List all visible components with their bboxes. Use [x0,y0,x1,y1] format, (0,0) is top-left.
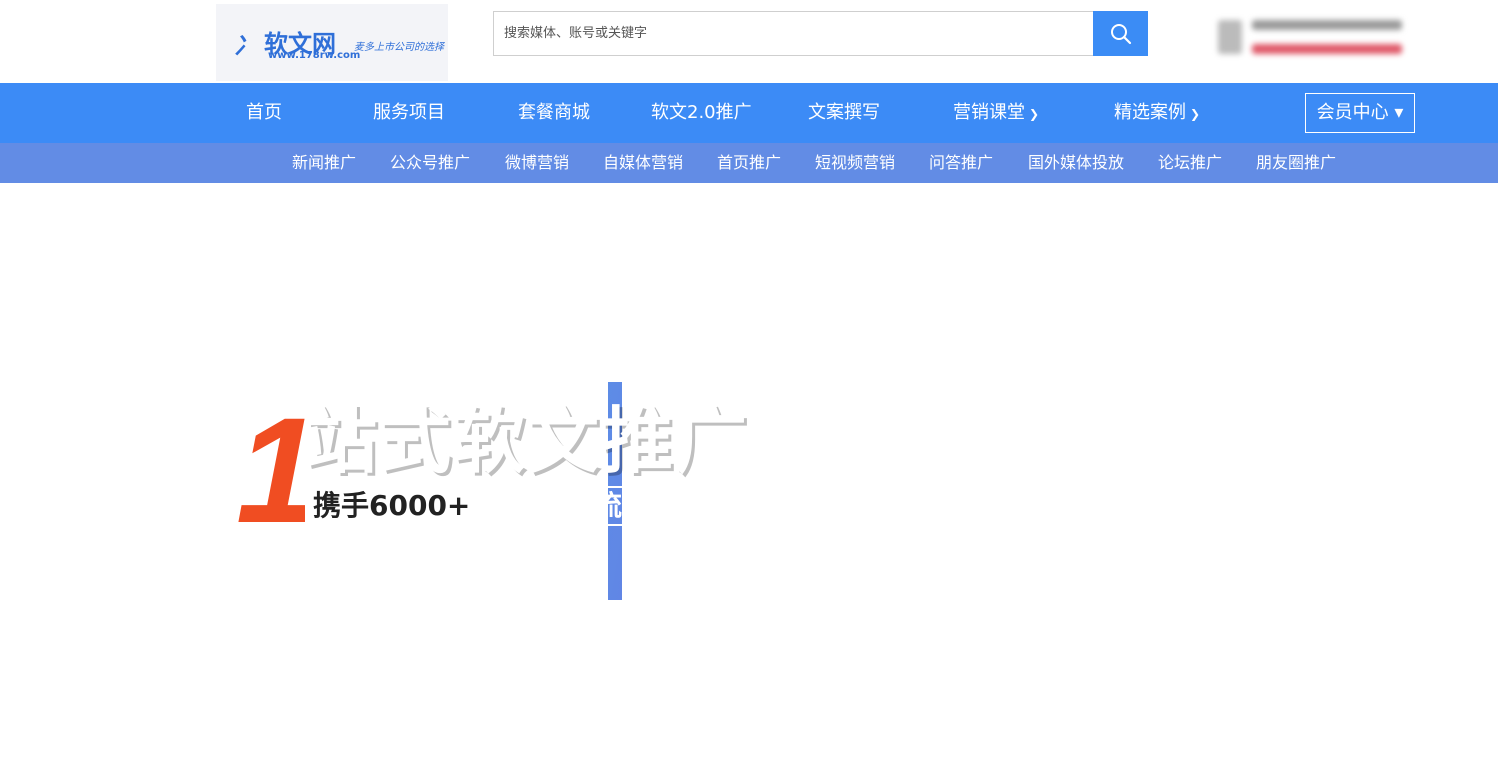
nav-item-label: 首页 [246,102,282,123]
search-button[interactable] [1093,11,1148,56]
nav-item-packages[interactable]: 套餐商城 [518,83,590,143]
subnav-item-weibo[interactable]: 微博营销 [505,143,569,183]
media-logo-kuaibao: 快报 [841,549,889,597]
nav-item-marketing-class[interactable]: 营销课堂 ❯ [953,83,1039,143]
nav-item-copywriting[interactable]: 文案撰写 [808,83,880,143]
media-logo-news: NEWS [1168,538,1220,590]
nav-item-label: 服务项目 [373,102,445,123]
search-icon [1110,23,1131,44]
site-logo[interactable]: 冫 软文网 www.178rw.com 麦多上市公司的选择 [216,4,448,81]
banner-tag-partners: 携手6000+ [305,486,527,526]
nav-item-label: 文案撰写 [808,102,880,123]
media-logo-netease: 網易 [898,413,1000,515]
subnav-item-qa[interactable]: 问答推广 [929,143,993,183]
subnav-item-homepage[interactable]: 首页推广 [717,143,781,183]
ifeng-icon [1325,250,1355,280]
nav-item-cases[interactable]: 精选案例 ❯ [1114,83,1200,143]
subnav-item-selfmedia[interactable]: 自媒体营销 [603,143,683,183]
search-bar [493,11,1148,56]
main-nav: 首页 服务项目 套餐商城 软文2.0推广 文案撰写 营销课堂 ❯ 精选案例 ❯ 会员… [0,83,1498,143]
contact-phone-blurred [1212,14,1412,68]
subnav-item-moments[interactable]: 朋友圈推广 [1256,143,1336,183]
banner-tags: 携手6000+ 主流媒体资源 [305,486,767,526]
bell-icon [1050,541,1086,577]
media-logo-people: 人民网 [1292,467,1344,519]
subnav-item-overseas[interactable]: 国外媒体投放 [1028,143,1124,183]
logo-slogan: 麦多上市公司的选择 [354,42,444,53]
banner-title: 站式软文推广 [305,399,750,483]
media-logo-sina: sina [1205,323,1303,421]
sub-nav: 新闻推广 公众号推广 微博营销 自媒体营销 首页推广 短视频营销 问答推广 国外… [0,143,1498,183]
subnav-item-news[interactable]: 新闻推广 [292,143,356,183]
subnav-item-forum[interactable]: 论坛推广 [1158,143,1222,183]
media-logo-penguin [1027,518,1109,600]
nav-item-softtext-2[interactable]: 软文2.0推广 [651,83,752,143]
media-logo-bqw: 北青网 [1103,444,1171,512]
nav-item-label: 套餐商城 [518,102,590,123]
subnav-item-wechat[interactable]: 公众号推广 [390,143,470,183]
member-center-button[interactable]: 会员中心 ▾ [1305,93,1415,133]
top-header: 冫 软文网 www.178rw.com 麦多上市公司的选择 [0,0,1498,83]
banner-subtitle: 软文全网快速发布 [305,537,753,565]
chevron-down-icon: ❯ [1190,107,1201,121]
logo-url: www.178rw.com [268,50,361,61]
media-logo-ifeng [1310,235,1370,295]
chevron-down-icon: ❯ [1029,107,1040,121]
nav-item-services[interactable]: 服务项目 [373,83,445,143]
nav-item-label: 精选案例 [1114,102,1186,123]
subnav-item-shortvideo[interactable]: 短视频营销 [815,143,895,183]
banner-tag-resources: 主流媒体资源 [533,486,767,526]
nav-item-label: 软文2.0推广 [651,102,752,123]
logo-mark: 冫 [234,32,258,60]
nav-item-home[interactable]: 首页 [246,83,282,143]
search-input[interactable] [493,11,1093,56]
nav-item-label: 营销课堂 [953,102,1025,123]
